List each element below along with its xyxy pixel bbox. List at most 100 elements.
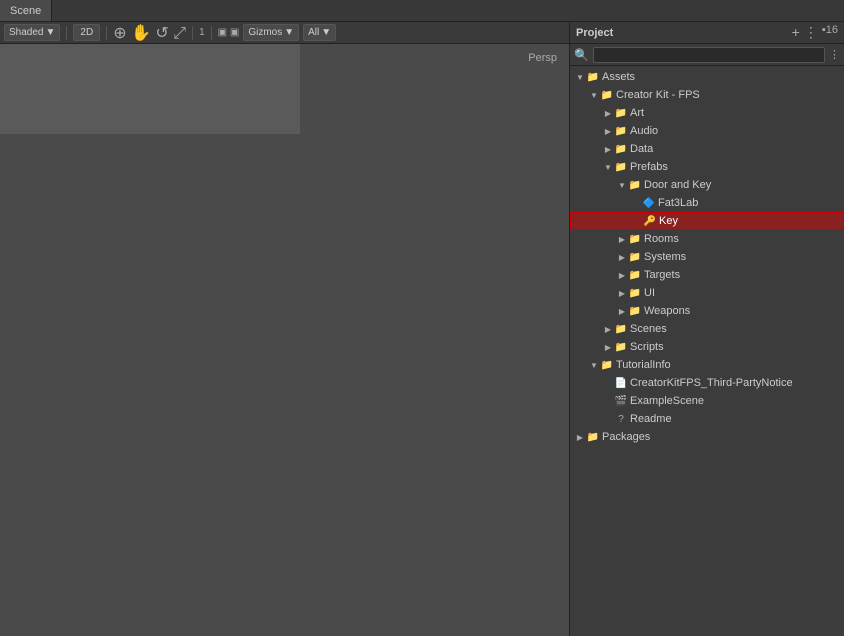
ui-folder-icon: 📁 [628,286,642,300]
tree-item-data[interactable]: ▶ 📁 Data [570,140,844,158]
fat3lab-label: Fat3Lab [658,197,698,209]
rooms-arrow: ▶ [616,235,628,244]
targets-label: Targets [644,269,680,281]
systems-label: Systems [644,251,686,263]
prefabs-arrow: ▼ [602,163,614,172]
tree-item-doorandkey[interactable]: ▼ 📁 Door and Key [570,176,844,194]
tree-item-scenes[interactable]: ▶ 📁 Scenes [570,320,844,338]
data-arrow: ▶ [602,145,614,154]
assets-folder-icon: 📁 [586,70,600,84]
project-tree: ▼ 📁 Assets ▼ 📁 Creator Kit - FPS ▶ 📁 Art… [570,66,844,636]
tree-item-prefabs[interactable]: ▼ 📁 Prefabs [570,158,844,176]
tree-item-creatorkitps[interactable]: 📄 CreatorKitFPS_Third-PartyNotice [570,374,844,392]
separator-3 [192,26,193,40]
tree-item-examplescene[interactable]: 🎬 ExampleScene [570,392,844,410]
systems-folder-icon: 📁 [628,250,642,264]
tree-item-assets[interactable]: ▼ 📁 Assets [570,68,844,86]
prefabs-label: Prefabs [630,161,668,173]
data-label: Data [630,143,653,155]
targets-arrow: ▶ [616,271,628,280]
scenes-arrow: ▶ [602,325,614,334]
weapons-arrow: ▶ [616,307,628,316]
examplescene-icon: 🎬 [614,394,628,408]
creatorkitfps-label: Creator Kit - FPS [616,89,700,101]
data-folder-icon: 📁 [614,142,628,156]
targets-folder-icon: 📁 [628,268,642,282]
tree-item-audio[interactable]: ▶ 📁 Audio [570,122,844,140]
project-search-input[interactable] [593,47,825,63]
tutorialinfo-label: TutorialInfo [616,359,671,371]
scripts-label: Scripts [630,341,664,353]
tree-item-systems[interactable]: ▶ 📁 Systems [570,248,844,266]
audio-folder-icon: 📁 [614,124,628,138]
persp-label: Persp [528,52,557,64]
doorandkey-folder-icon: 📁 [628,178,642,192]
separator-1 [66,26,67,40]
scene-toolbar: Shaded ▼ 2D ⊕ ✋ ↺ ⤢ 1 ▣ ▣ Gizmos ▼ All ▼ [0,22,569,44]
assets-arrow: ▼ [574,73,586,82]
creatorkitfps-arrow: ▼ [588,91,600,100]
search-icon: 🔍 [574,48,589,62]
shading-dropdown[interactable]: Shaded ▼ [4,24,60,41]
prefabs-folder-icon: 📁 [614,160,628,174]
readme-label: Readme [630,413,672,425]
examplescene-label: ExampleScene [630,395,704,407]
all-dropdown[interactable]: All ▼ [303,24,336,41]
separator-2 [106,26,107,40]
gizmos-dropdown[interactable]: Gizmos ▼ [243,24,299,41]
scripts-folder-icon: 📁 [614,340,628,354]
project-toolbar: 🔍 ⋮ [570,44,844,66]
tree-item-fat3lab[interactable]: 🔷 Fat3Lab [570,194,844,212]
tree-item-targets[interactable]: ▶ 📁 Targets [570,266,844,284]
scenes-folder-icon: 📁 [614,322,628,336]
art-label: Art [630,107,644,119]
audio-arrow: ▶ [602,127,614,136]
scene-tab[interactable]: Scene [0,0,52,21]
tree-item-rooms[interactable]: ▶ 📁 Rooms [570,230,844,248]
doorandkey-arrow: ▼ [616,181,628,190]
assets-label: Assets [602,71,635,83]
rooms-folder-icon: 📁 [628,232,642,246]
scene-view: Shaded ▼ 2D ⊕ ✋ ↺ ⤢ 1 ▣ ▣ Gizmos ▼ All ▼ [0,22,569,636]
separator-4 [211,26,212,40]
systems-arrow: ▶ [616,253,628,262]
packages-folder-icon: 📁 [586,430,600,444]
ui-arrow: ▶ [616,289,628,298]
creatorkitps-icon: 📄 [614,376,628,390]
weapons-folder-icon: 📁 [628,304,642,318]
grid-svg: Key name [0,44,300,194]
tree-item-key[interactable]: 🔑 Key [570,212,844,230]
tree-item-packages[interactable]: ▶ 📁 Packages [570,428,844,446]
packages-arrow: ▶ [574,433,586,442]
project-menu-button[interactable]: ⋮ [804,24,818,41]
tree-item-ui[interactable]: ▶ 📁 UI [570,284,844,302]
tree-item-readme[interactable]: ? Readme [570,410,844,428]
project-header: Project + ⋮ ▪16 [570,22,844,44]
scenes-label: Scenes [630,323,667,335]
ui-label: UI [644,287,655,299]
creatorkitps-label: CreatorKitFPS_Third-PartyNotice [630,377,793,389]
project-count: ▪16 [822,24,838,41]
scripts-arrow: ▶ [602,343,614,352]
tree-item-weapons[interactable]: ▶ 📁 Weapons [570,302,844,320]
project-add-button[interactable]: + [792,24,800,41]
2d-button[interactable]: 2D [73,24,100,41]
project-panel: Project + ⋮ ▪16 🔍 ⋮ ▼ 📁 Assets ▼ 📁 [569,22,844,636]
tree-item-creatorkitfps[interactable]: ▼ 📁 Creator Kit - FPS [570,86,844,104]
tutorialinfo-arrow: ▼ [588,361,600,370]
tree-item-scripts[interactable]: ▶ 📁 Scripts [570,338,844,356]
tree-item-art[interactable]: ▶ 📁 Art [570,104,844,122]
tutorialinfo-folder-icon: 📁 [600,358,614,372]
creatorkitfps-folder-icon: 📁 [600,88,614,102]
audio-label: Audio [630,125,658,137]
scene-canvas: Key name [0,44,569,636]
readme-icon: ? [614,412,628,426]
scene-control-icons[interactable]: ⊕ ✋ ↺ ⤢ [113,23,186,43]
main-layout: Shaded ▼ 2D ⊕ ✋ ↺ ⤢ 1 ▣ ▣ Gizmos ▼ All ▼ [0,22,844,636]
fat3lab-icon: 🔷 [642,196,656,210]
tree-item-tutorialinfo[interactable]: ▼ 📁 TutorialInfo [570,356,844,374]
rooms-label: Rooms [644,233,679,245]
packages-label: Packages [602,431,650,443]
project-options-icon[interactable]: ⋮ [829,48,840,61]
project-title: Project [576,27,613,39]
